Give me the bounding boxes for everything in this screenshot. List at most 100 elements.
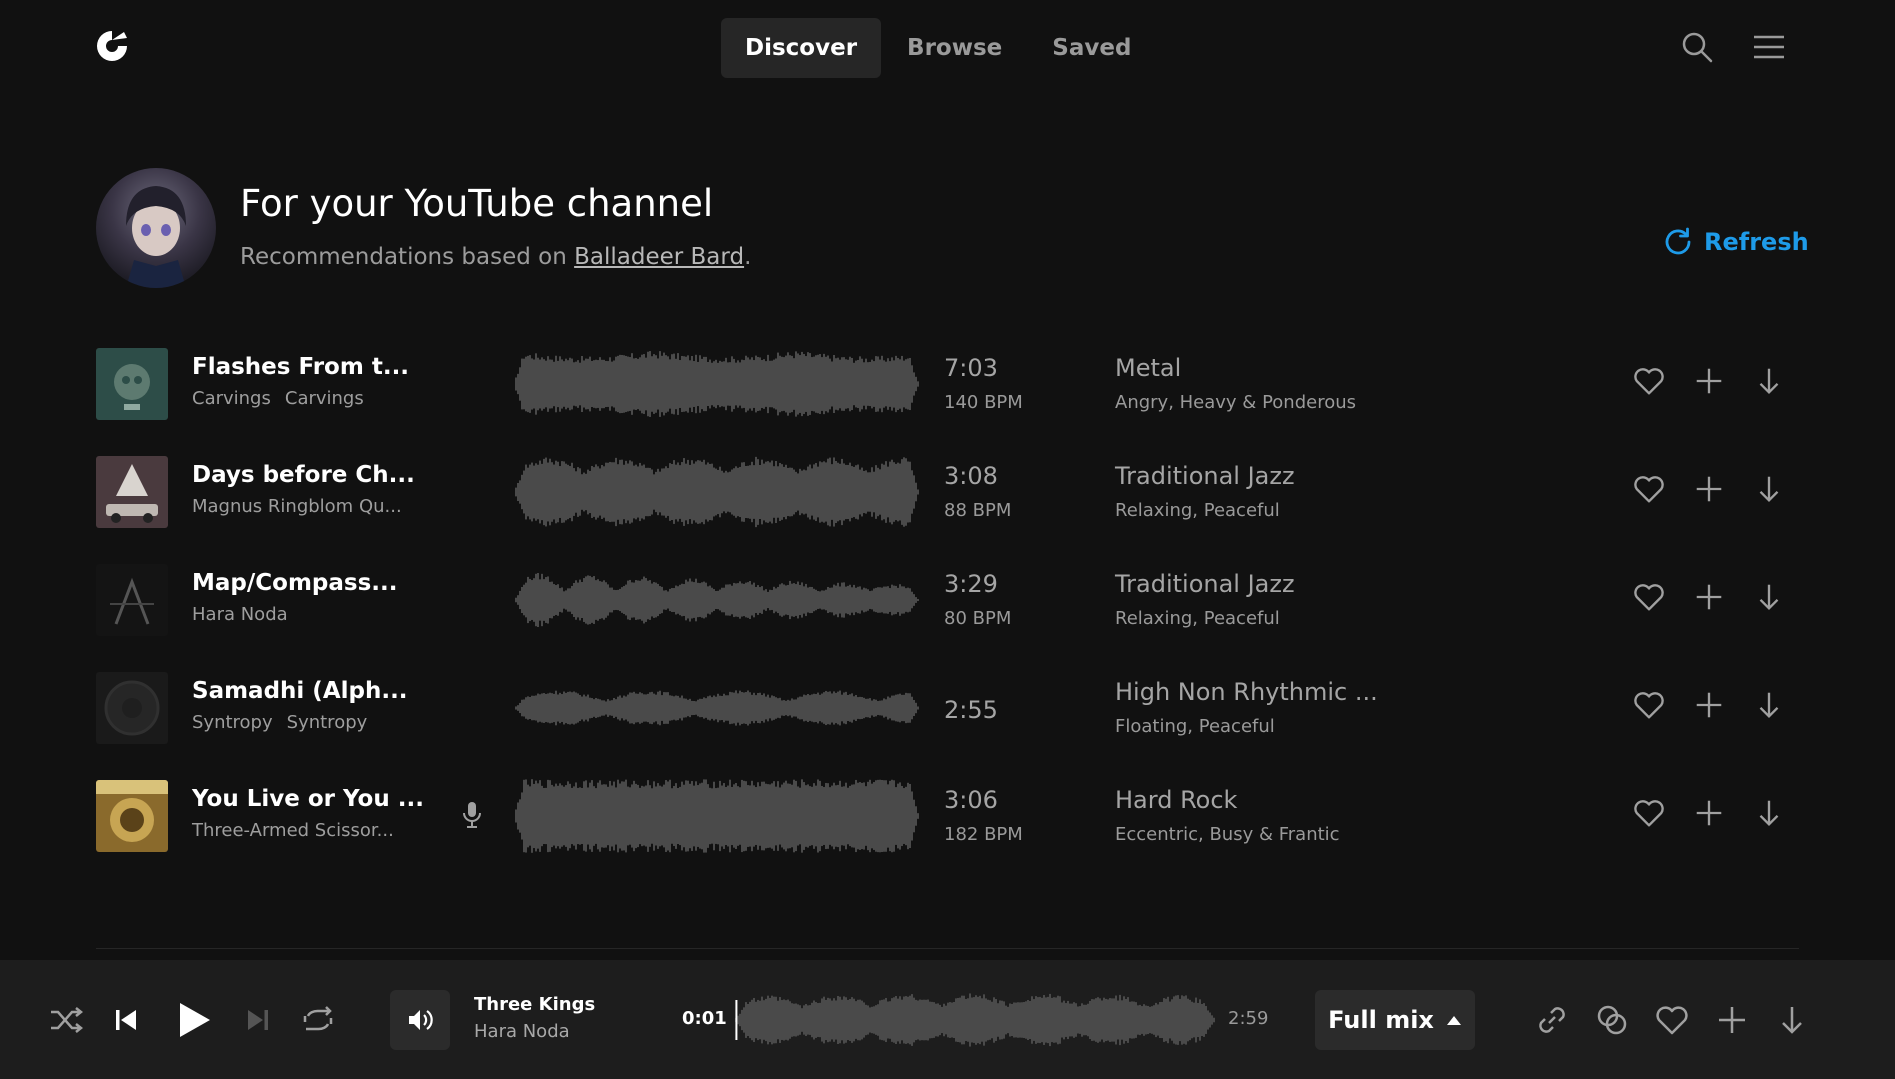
track-cover[interactable]: [96, 672, 168, 744]
track-row[interactable]: Map/Compass... Hara Noda 3:29 80 BPM Tra…: [0, 556, 1895, 664]
track-title[interactable]: Samadhi (Alph...: [192, 678, 408, 704]
subtitle-prefix: Recommendations based on: [240, 244, 575, 270]
track-cover[interactable]: [96, 456, 168, 528]
track-duration: 3:06: [944, 786, 998, 814]
track-genre[interactable]: Hard Rock: [1115, 786, 1237, 814]
track-artists: Hara Noda: [192, 604, 288, 625]
plus-icon[interactable]: [1714, 1002, 1750, 1038]
search-icon[interactable]: [1680, 30, 1714, 64]
refresh-label: Refresh: [1704, 228, 1809, 256]
download-icon[interactable]: [1752, 364, 1786, 398]
track-genre[interactable]: Metal: [1115, 354, 1181, 382]
heart-icon[interactable]: [1632, 472, 1666, 506]
now-playing-artist[interactable]: Hara Noda: [474, 1021, 570, 1042]
tab-discover[interactable]: Discover: [721, 18, 882, 78]
track-title[interactable]: Days before Ch...: [192, 462, 415, 488]
track-waveform[interactable]: [514, 776, 919, 856]
track-duration: 3:29: [944, 570, 998, 598]
track-artist[interactable]: Carvings: [192, 388, 271, 409]
track-waveform[interactable]: [514, 560, 919, 640]
track-row[interactable]: Samadhi (Alph... Syntropy Syntropy 2:55 H…: [0, 664, 1895, 772]
similar-icon[interactable]: [1594, 1002, 1630, 1038]
track-title[interactable]: You Live or You ...: [192, 786, 424, 812]
player-bar: Three Kings Hara Noda 0:01 2:59 Full mix: [0, 960, 1895, 1079]
app-logo[interactable]: [94, 28, 130, 64]
now-playing-title[interactable]: Three Kings: [474, 994, 595, 1015]
track-artists: Syntropy Syntropy: [192, 712, 367, 733]
tab-browse[interactable]: Browse: [883, 18, 1026, 78]
elapsed-time: 0:01: [682, 1008, 727, 1029]
track-moods[interactable]: Floating, Peaceful: [1115, 716, 1275, 737]
heart-icon[interactable]: [1632, 580, 1666, 614]
download-icon[interactable]: [1774, 1002, 1810, 1038]
track-artist[interactable]: Syntropy: [192, 712, 273, 733]
plus-icon[interactable]: [1692, 472, 1726, 506]
track-row[interactable]: Flashes From t... Carvings Carvings 7:03 …: [0, 340, 1895, 448]
track-moods[interactable]: Relaxing, Peaceful: [1115, 500, 1280, 521]
track-moods[interactable]: Angry, Heavy & Ponderous: [1115, 392, 1356, 413]
page-subtitle: Recommendations based on Balladeer Bard.: [240, 244, 751, 270]
track-moods[interactable]: Eccentric, Busy & Frantic: [1115, 824, 1340, 845]
next-icon[interactable]: [240, 1002, 276, 1038]
track-genre[interactable]: High Non Rhythmic ...: [1115, 678, 1378, 706]
main-nav: Discover Browse Saved: [721, 18, 1157, 78]
play-icon[interactable]: [174, 1000, 214, 1040]
track-artist[interactable]: Syntropy: [287, 712, 368, 733]
download-icon[interactable]: [1752, 472, 1786, 506]
link-icon[interactable]: [1534, 1002, 1570, 1038]
track-cover[interactable]: [96, 348, 168, 420]
track-genre[interactable]: Traditional Jazz: [1115, 570, 1295, 598]
track-duration: 7:03: [944, 354, 998, 382]
mix-selector[interactable]: Full mix: [1315, 990, 1475, 1050]
track-bpm: 80 BPM: [944, 608, 1012, 629]
download-icon[interactable]: [1752, 796, 1786, 830]
heart-icon[interactable]: [1632, 796, 1666, 830]
plus-icon[interactable]: [1692, 364, 1726, 398]
track-row[interactable]: You Live or You ... Three-Armed Scissor.…: [0, 772, 1895, 880]
channel-link[interactable]: Balladeer Bard: [574, 244, 744, 270]
page-title: For your YouTube channel: [240, 182, 714, 225]
track-artist[interactable]: Three-Armed Scissor...: [192, 820, 394, 841]
top-header: Discover Browse Saved: [0, 0, 1895, 96]
heart-icon[interactable]: [1632, 688, 1666, 722]
track-bpm: 88 BPM: [944, 500, 1012, 521]
heart-icon[interactable]: [1654, 1002, 1690, 1038]
track-waveform[interactable]: [514, 344, 919, 424]
plus-icon[interactable]: [1692, 796, 1726, 830]
plus-icon[interactable]: [1692, 580, 1726, 614]
refresh-button[interactable]: Refresh: [1662, 226, 1809, 258]
track-waveform[interactable]: [514, 668, 919, 748]
track-row[interactable]: Days before Ch... Magnus Ringblom Qu... …: [0, 448, 1895, 556]
heart-icon[interactable]: [1632, 364, 1666, 398]
track-waveform[interactable]: [514, 452, 919, 532]
track-artist[interactable]: Carvings: [285, 388, 364, 409]
menu-icon[interactable]: [1752, 30, 1786, 64]
repeat-icon[interactable]: [300, 1002, 336, 1038]
volume-button[interactable]: [390, 990, 450, 1050]
previous-icon[interactable]: [108, 1002, 144, 1038]
plus-icon[interactable]: [1692, 688, 1726, 722]
track-title[interactable]: Map/Compass...: [192, 570, 398, 596]
track-cover[interactable]: [96, 780, 168, 852]
track-cover[interactable]: [96, 564, 168, 636]
caret-up-icon: [1446, 1016, 1461, 1025]
divider: [96, 948, 1799, 949]
tab-saved[interactable]: Saved: [1028, 18, 1155, 78]
track-title[interactable]: Flashes From t...: [192, 354, 409, 380]
download-icon[interactable]: [1752, 580, 1786, 614]
track-bpm: 182 BPM: [944, 824, 1023, 845]
track-artist[interactable]: Hara Noda: [192, 604, 288, 625]
track-duration: 3:08: [944, 462, 998, 490]
track-bpm: 140 BPM: [944, 392, 1023, 413]
track-artists: Carvings Carvings: [192, 388, 364, 409]
total-time: 2:59: [1228, 1008, 1269, 1029]
track-moods[interactable]: Relaxing, Peaceful: [1115, 608, 1280, 629]
track-artists: Three-Armed Scissor...: [192, 820, 394, 841]
player-waveform[interactable]: [734, 990, 1216, 1050]
track-artists: Magnus Ringblom Qu...: [192, 496, 402, 517]
mix-label: Full mix: [1328, 1006, 1434, 1034]
shuffle-icon[interactable]: [48, 1002, 84, 1038]
track-artist[interactable]: Magnus Ringblom Qu...: [192, 496, 402, 517]
download-icon[interactable]: [1752, 688, 1786, 722]
track-genre[interactable]: Traditional Jazz: [1115, 462, 1295, 490]
